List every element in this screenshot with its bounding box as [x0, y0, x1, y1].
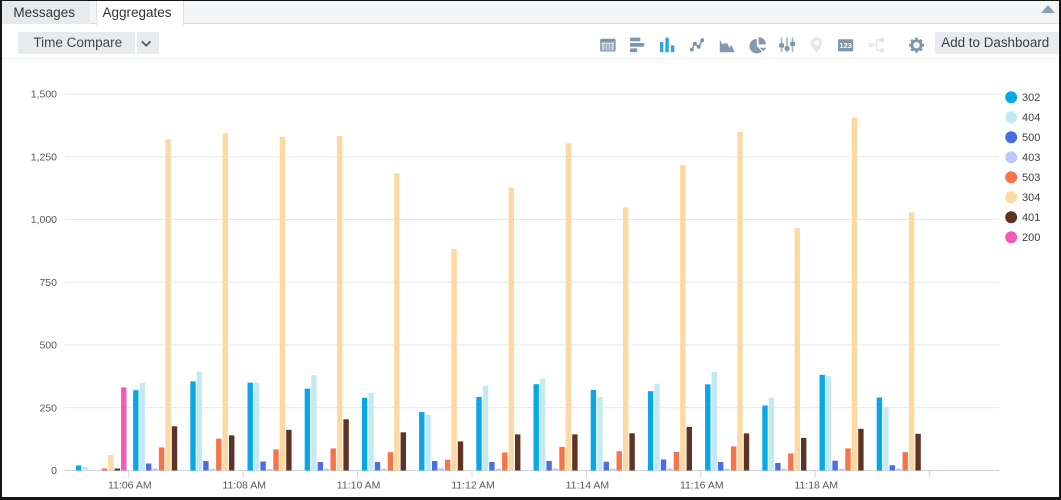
- svg-text:404: 404: [1022, 112, 1040, 124]
- svg-text:1,250: 1,250: [31, 151, 57, 163]
- svg-text:500: 500: [39, 340, 57, 352]
- svg-text:11:18 AM: 11:18 AM: [794, 480, 838, 492]
- svg-text:503: 503: [1022, 172, 1040, 184]
- svg-text:1,500: 1,500: [31, 89, 57, 101]
- svg-text:11:12 AM: 11:12 AM: [451, 480, 495, 492]
- svg-text:123: 123: [839, 41, 852, 50]
- svg-text:11:08 AM: 11:08 AM: [222, 480, 266, 492]
- svg-text:302: 302: [1022, 92, 1040, 104]
- svg-text:403: 403: [1022, 152, 1040, 164]
- svg-text:304: 304: [1022, 192, 1040, 204]
- svg-text:0: 0: [51, 465, 57, 477]
- svg-text:11:06 AM: 11:06 AM: [108, 480, 152, 492]
- svg-text:401: 401: [1022, 212, 1040, 224]
- svg-text:11:10 AM: 11:10 AM: [337, 480, 381, 492]
- svg-text:750: 750: [39, 277, 57, 289]
- svg-text:11:16 AM: 11:16 AM: [680, 480, 724, 492]
- svg-text:1,000: 1,000: [31, 214, 57, 226]
- svg-text:250: 250: [39, 402, 57, 414]
- svg-text:500: 500: [1022, 132, 1040, 144]
- svg-text:200: 200: [1022, 232, 1040, 244]
- svg-text:11:14 AM: 11:14 AM: [566, 480, 610, 492]
